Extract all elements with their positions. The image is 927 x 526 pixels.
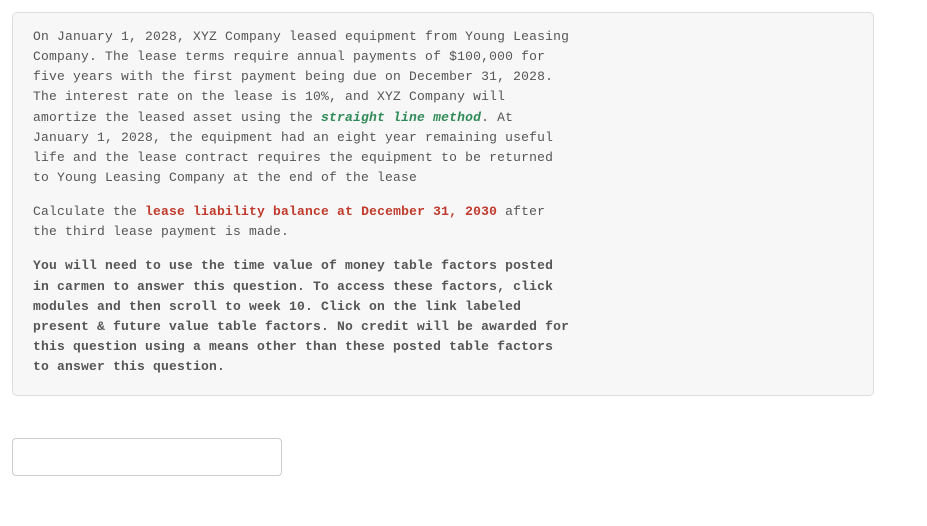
problem-paragraph-1: On January 1, 2028, XYZ Company leased e… xyxy=(33,27,573,188)
question-box: On January 1, 2028, XYZ Company leased e… xyxy=(12,12,874,396)
problem-text-2a: Calculate the xyxy=(33,204,145,219)
highlight-straight-line: straight line method xyxy=(321,110,481,125)
problem-paragraph-2: Calculate the lease liability balance at… xyxy=(33,202,573,242)
answer-input[interactable] xyxy=(12,438,282,476)
problem-instructions: You will need to use the time value of m… xyxy=(33,256,573,377)
highlight-lease-liability: lease liability balance at December 31, … xyxy=(145,204,497,219)
